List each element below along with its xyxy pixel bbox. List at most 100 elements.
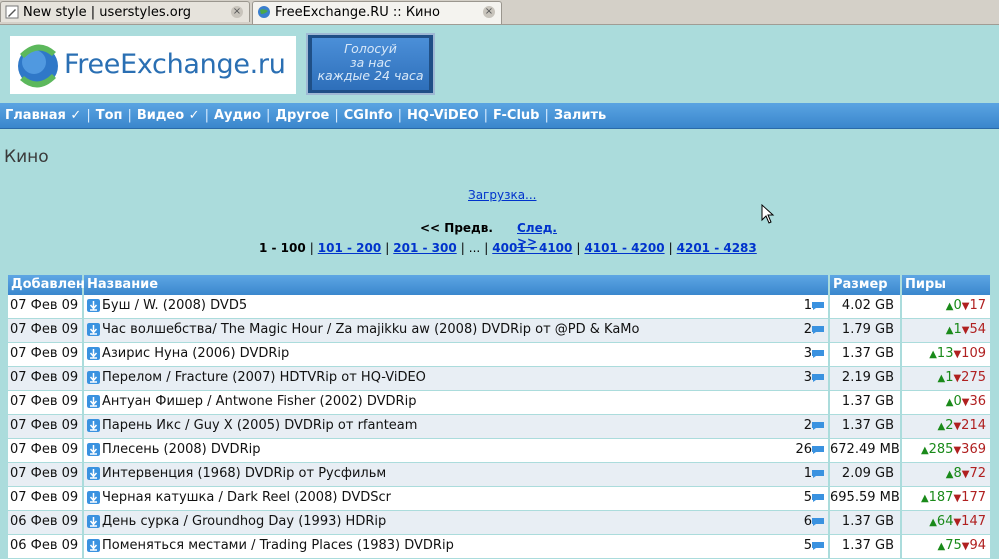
- pager-separator: |: [668, 241, 673, 255]
- nav-item-home[interactable]: Главная ✓: [5, 103, 81, 128]
- leechers-count: 214: [961, 418, 986, 433]
- row-date: 06 Фев 09: [8, 535, 84, 559]
- download-link[interactable]: Загрузка...: [468, 188, 537, 202]
- download-icon[interactable]: [87, 395, 100, 408]
- row-size: 695.59 MB: [830, 487, 902, 511]
- nav-item-cginfo[interactable]: CGInfo: [344, 103, 393, 128]
- nav-item-hq-video[interactable]: HQ-ViDEO: [407, 103, 479, 128]
- comments[interactable]: 1: [800, 463, 824, 485]
- leechers-count: 275: [961, 370, 986, 385]
- row-name-cell: Парень Икс / Guy X (2005) DVDRip от rfan…: [84, 415, 830, 439]
- comment-count: 6: [803, 514, 812, 529]
- prev-page-label: << Предв.: [420, 221, 493, 235]
- seeders-count: 285: [928, 442, 954, 457]
- comments[interactable]: 3: [800, 367, 824, 389]
- torrent-name-link[interactable]: Перелом / Fracture (2007) HDTVRip от HQ-…: [102, 370, 426, 385]
- row-size: 1.37 GB: [830, 391, 902, 415]
- row-date: 06 Фев 09: [8, 511, 84, 535]
- comment-icon: [812, 326, 824, 334]
- seeders-count: 0: [953, 298, 962, 313]
- torrent-name-link[interactable]: День сурка / Groundhog Day (1993) HDRip: [102, 514, 386, 529]
- comments[interactable]: 2: [800, 415, 824, 437]
- column-header-size[interactable]: Размер: [830, 275, 902, 295]
- page-link[interactable]: 4201 - 4283: [677, 241, 757, 255]
- row-peers: ▲187▼177: [902, 487, 990, 511]
- comments[interactable]: 1: [800, 295, 824, 317]
- page-link[interactable]: 201 - 300: [393, 241, 456, 255]
- torrent-name-link[interactable]: Интервенция (1968) DVDRip от Русфильм: [102, 466, 386, 481]
- comments[interactable]: 3: [800, 343, 824, 365]
- download-icon[interactable]: [87, 371, 100, 384]
- row-size: 1.37 GB: [830, 343, 902, 367]
- comments[interactable]: 6: [800, 511, 824, 533]
- torrent-name-link[interactable]: Азирис Нуна (2006) DVDRip: [102, 346, 289, 361]
- comment-count: 2: [803, 322, 812, 337]
- row-name-cell: Час волшебства/ The Magic Hour / Za maji…: [84, 319, 830, 343]
- nav-item-audio[interactable]: Аудио: [214, 103, 261, 128]
- close-icon[interactable]: ×: [231, 6, 243, 18]
- tab-title: New style | userstyles.org: [23, 5, 192, 20]
- download-icon[interactable]: [87, 347, 100, 360]
- nav-item-video[interactable]: Видео ✓: [137, 103, 200, 128]
- comments[interactable]: 2: [800, 319, 824, 341]
- row-date: 07 Фев 09: [8, 439, 84, 463]
- vote-banner[interactable]: Голосуй за нас каждые 24 часа: [306, 33, 435, 95]
- nav-item-upload[interactable]: Залить: [554, 103, 606, 128]
- torrent-name-link[interactable]: Плесень (2008) DVDRip: [102, 442, 260, 457]
- table-row: 07 Фев 09 Азирис Нуна (2006) DVDRip 3 1.37 …: [8, 343, 990, 367]
- row-date: 07 Фев 09: [8, 463, 84, 487]
- torrent-name-link[interactable]: Час волшебства/ The Magic Hour / Za maji…: [102, 322, 639, 337]
- column-header-peers[interactable]: Пиры: [902, 275, 990, 295]
- page-link[interactable]: 4101 - 4200: [584, 241, 664, 255]
- row-size: 1.37 GB: [830, 511, 902, 535]
- comment-count: 1: [803, 298, 812, 313]
- page-link[interactable]: 4001 - 4100: [492, 241, 572, 255]
- comments[interactable]: 26: [795, 439, 824, 461]
- table-row: 06 Фев 09 День сурка / Groundhog Day (199…: [8, 511, 990, 535]
- nav-item-top[interactable]: Топ: [96, 103, 123, 128]
- comments[interactable]: 5: [800, 487, 824, 509]
- nav-item-other[interactable]: Другое: [275, 103, 329, 128]
- row-name-cell: Буш / W. (2008) DVD5 1: [84, 295, 830, 319]
- download-icon[interactable]: [87, 515, 100, 528]
- row-name-cell: Азирис Нуна (2006) DVDRip 3: [84, 343, 830, 367]
- table-row: 07 Фев 09 Антуан Фишер / Antwone Fisher (…: [8, 391, 990, 415]
- leechers-count: 147: [961, 514, 986, 529]
- vote-line: Голосуй: [344, 41, 397, 56]
- torrent-name-link[interactable]: Поменяться местами / Trading Places (198…: [102, 538, 454, 553]
- download-icon[interactable]: [87, 491, 100, 504]
- column-header-date[interactable]: Добавлен: [8, 275, 85, 295]
- torrent-name-link[interactable]: Парень Икс / Guy X (2005) DVDRip от rfan…: [102, 418, 417, 433]
- torrent-table: Добавлен Название Размер Пиры 07 Фев 09 Б…: [8, 275, 990, 559]
- download-icon[interactable]: [87, 467, 100, 480]
- download-icon[interactable]: [87, 323, 100, 336]
- page-title: Кино: [4, 147, 49, 167]
- table-row: 07 Фев 09 Черная катушка / Dark Reel (200…: [8, 487, 990, 511]
- download-icon[interactable]: [87, 419, 100, 432]
- tab-new-style[interactable]: New style | userstyles.org ×: [0, 1, 250, 22]
- close-icon[interactable]: ×: [483, 6, 495, 18]
- torrent-name-link[interactable]: Буш / W. (2008) DVD5: [102, 298, 247, 313]
- pager-separator: |: [309, 241, 314, 255]
- seeders-count: 1: [953, 322, 962, 337]
- nav-separator: |: [397, 108, 403, 123]
- pager-ellipsis: ...: [468, 241, 481, 255]
- page-link[interactable]: 101 - 200: [318, 241, 381, 255]
- torrent-name-link[interactable]: Антуан Фишер / Antwone Fisher (2002) DVD…: [102, 394, 416, 409]
- leechers-count: 72: [969, 466, 986, 481]
- tab-freeexchange[interactable]: FreeExchange.RU :: Кино ×: [252, 1, 502, 24]
- comments[interactable]: 5: [800, 535, 824, 557]
- download-icon[interactable]: [87, 539, 100, 552]
- column-header-name[interactable]: Название: [84, 275, 830, 295]
- torrent-name-link[interactable]: Черная катушка / Dark Reel (2008) DVDScr: [102, 490, 391, 505]
- nav-separator: |: [544, 108, 549, 123]
- comment-icon: [812, 518, 824, 526]
- download-icon[interactable]: [87, 443, 100, 456]
- download-icon[interactable]: [87, 299, 100, 312]
- nav-separator: |: [266, 108, 271, 123]
- nav-item-f-club[interactable]: F-Club: [493, 103, 539, 128]
- mouse-cursor-icon: [761, 204, 775, 224]
- site-logo[interactable]: FreeExchange.ru: [10, 36, 296, 94]
- seeders-count: 13: [936, 346, 954, 361]
- row-name-cell: День сурка / Groundhog Day (1993) HDRip 6: [84, 511, 830, 535]
